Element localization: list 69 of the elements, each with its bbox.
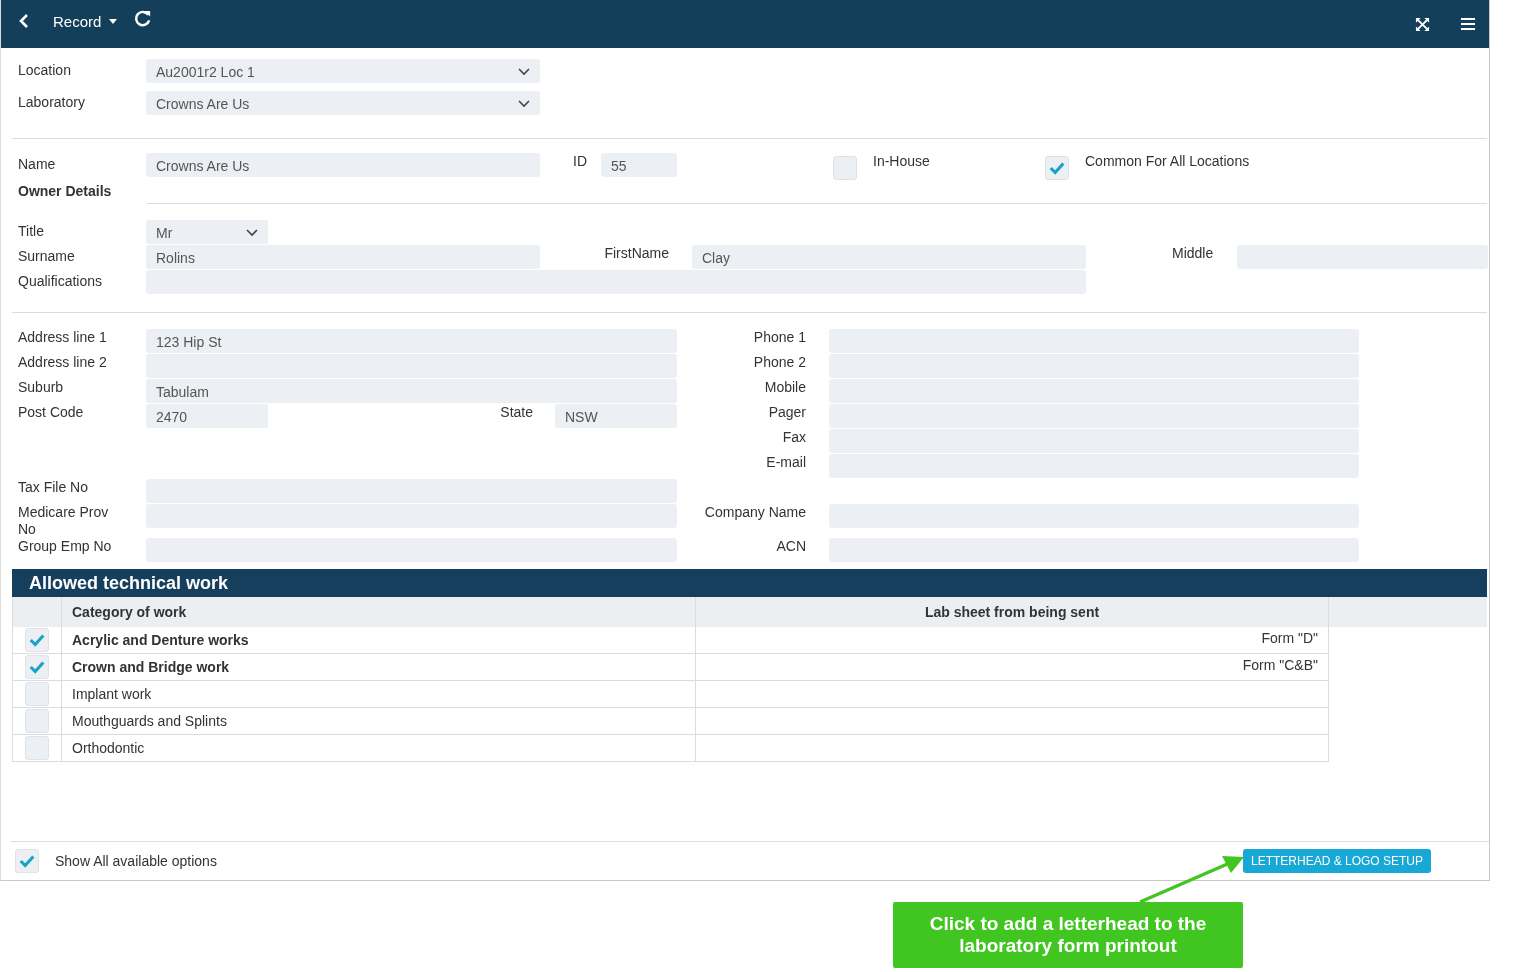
field-label: Address line 2 xyxy=(17,354,108,371)
field-label: E-mail xyxy=(765,454,806,470)
field-label: Location xyxy=(17,61,72,79)
field-label: Company Name xyxy=(703,504,806,520)
field-label: Suburb xyxy=(17,379,65,396)
back-icon[interactable] xyxy=(19,13,29,29)
table-cell: Acrylic and Denture works xyxy=(62,627,696,654)
text-field[interactable]: Tabulam xyxy=(146,379,677,403)
checkbox-label: In-House xyxy=(873,153,931,169)
dropdown[interactable]: Crowns Are Us xyxy=(146,91,540,115)
section-heading: Owner Details xyxy=(17,182,113,199)
text-field[interactable]: Rolins xyxy=(146,245,540,269)
text-field[interactable]: 2470 xyxy=(146,404,268,428)
field-label: Phone 2 xyxy=(752,354,806,370)
field-label: Surname xyxy=(17,247,76,265)
field-label: FirstName xyxy=(603,245,669,261)
field-label: Group Emp No xyxy=(17,538,113,555)
text-field[interactable] xyxy=(1237,245,1488,269)
field-label: Pager xyxy=(767,404,806,420)
field-label: State xyxy=(499,404,533,420)
checkbox[interactable] xyxy=(15,848,39,873)
section-header: Allowed technical work xyxy=(12,569,1487,597)
field-label: Address line 1 xyxy=(17,329,108,346)
text-field[interactable]: Crowns Are Us xyxy=(146,153,540,177)
text-field[interactable]: 55 xyxy=(601,153,677,177)
field-label: Medicare Prov No xyxy=(17,504,110,538)
dropdown[interactable]: Au2001r2 Loc 1 xyxy=(146,59,540,83)
table-cell: Implant work xyxy=(62,681,696,708)
checkbox-label: Common For All Locations xyxy=(1085,153,1250,169)
field-label: ID xyxy=(573,153,588,169)
callout-box: Click to add a letterhead to the laboratory form printout xyxy=(893,902,1243,968)
checkbox[interactable] xyxy=(25,682,49,706)
field-label: Mobile xyxy=(763,379,806,395)
table-cell: Mouthguards and Splints xyxy=(62,708,696,735)
checkbox[interactable] xyxy=(1045,156,1069,180)
table-cell: Form "D" xyxy=(696,627,1329,654)
field-label: Qualifications xyxy=(17,272,104,290)
table-cell: Crown and Bridge work xyxy=(62,654,696,681)
checkbox[interactable] xyxy=(833,156,857,180)
field-label: Laboratory xyxy=(17,93,86,111)
field-label: Fax xyxy=(781,429,806,445)
field-label: Phone 1 xyxy=(752,329,806,345)
chevron-down-icon xyxy=(246,229,258,237)
fullscreen-icon[interactable] xyxy=(1415,16,1430,32)
field-label: Middle xyxy=(1172,245,1215,261)
checkbox[interactable] xyxy=(25,736,49,760)
refresh-icon[interactable] xyxy=(133,8,153,28)
checkbox-label: Show All available options xyxy=(55,853,217,869)
field-label: Post Code xyxy=(17,404,85,421)
column-header: Lab sheet from being sent xyxy=(696,597,1329,627)
text-field[interactable]: NSW xyxy=(555,404,677,428)
field-label: Title xyxy=(17,222,45,240)
caret-icon xyxy=(109,18,118,24)
text-field[interactable]: Clay xyxy=(692,245,1086,269)
menu-icon[interactable] xyxy=(1461,18,1475,30)
field-label: ACN xyxy=(775,538,806,554)
table-cell: Form "C&B" xyxy=(696,654,1329,681)
checkbox[interactable] xyxy=(25,628,49,652)
checkbox[interactable] xyxy=(25,655,49,679)
field-label: Tax File No xyxy=(17,479,90,496)
chevron-down-icon xyxy=(518,68,530,76)
chevron-down-icon xyxy=(518,100,530,108)
checkbox[interactable] xyxy=(25,709,49,733)
record-menu[interactable]: Record xyxy=(53,12,118,30)
dropdown[interactable]: Mr xyxy=(146,220,268,244)
column-header: Category of work xyxy=(62,597,696,627)
text-field[interactable]: 123 Hip St xyxy=(146,329,677,353)
table-cell: Orthodontic xyxy=(62,735,696,762)
field-label: Name xyxy=(17,155,57,173)
